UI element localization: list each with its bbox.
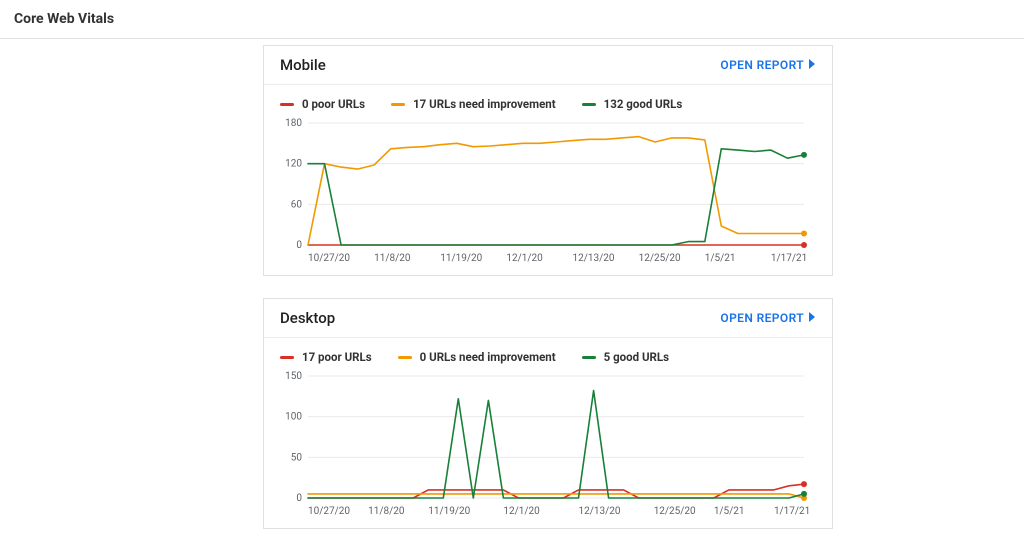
legend-label-good: 5 good URLs <box>604 350 669 364</box>
card-desktop-header: Desktop OPEN REPORT <box>264 299 832 337</box>
legend-desktop: 17 poor URLs 0 URLs need improvement 5 g… <box>264 338 832 370</box>
svg-text:1/5/21: 1/5/21 <box>714 506 745 517</box>
legend-label-poor: 17 poor URLs <box>302 350 372 364</box>
legend-label-need: 17 URLs need improvement <box>413 97 556 111</box>
legend-item-good: 5 good URLs <box>582 350 669 364</box>
legend-item-poor: 17 poor URLs <box>280 350 372 364</box>
svg-text:12/1/20: 12/1/20 <box>503 506 540 517</box>
legend-label-poor: 0 poor URLs <box>302 97 365 111</box>
svg-text:0: 0 <box>296 493 302 504</box>
svg-text:12/25/20: 12/25/20 <box>639 253 681 264</box>
svg-text:60: 60 <box>291 199 303 210</box>
svg-text:10/27/20: 10/27/20 <box>308 253 350 264</box>
svg-text:100: 100 <box>285 412 302 423</box>
legend-swatch-need <box>398 356 412 359</box>
svg-text:1/17/21: 1/17/21 <box>771 253 807 264</box>
legend-swatch-good <box>582 356 596 359</box>
chart-mobile-wrap: 0 60 120 180 10/27/20 11/8/20 11/19/20 12/1/20 1… <box>264 117 832 275</box>
svg-text:12/13/20: 12/13/20 <box>573 253 615 264</box>
svg-text:0: 0 <box>296 240 302 251</box>
svg-text:50: 50 <box>291 452 303 463</box>
chart-desktop: 0 50 100 150 10/27/20 11/8/20 11/19/20 12/1/20 1… <box>280 370 818 520</box>
card-desktop-title: Desktop <box>280 309 335 327</box>
legend-label-need: 0 URLs need improvement <box>420 350 556 364</box>
legend-swatch-need <box>391 103 405 106</box>
legend-mobile: 0 poor URLs 17 URLs need improvement 132… <box>264 85 832 117</box>
svg-text:12/25/20: 12/25/20 <box>654 506 696 517</box>
card-desktop: Desktop OPEN REPORT 17 poor URLs 0 URLs … <box>263 298 833 529</box>
open-report-mobile[interactable]: OPEN REPORT <box>720 58 816 72</box>
svg-text:11/8/20: 11/8/20 <box>374 253 411 264</box>
svg-text:11/19/20: 11/19/20 <box>428 506 470 517</box>
svg-text:1/17/21: 1/17/21 <box>774 506 810 517</box>
page-title: Core Web Vitals <box>14 11 114 27</box>
svg-text:120: 120 <box>285 159 302 170</box>
legend-swatch-good <box>582 103 596 106</box>
open-report-desktop[interactable]: OPEN REPORT <box>720 311 816 325</box>
svg-text:180: 180 <box>285 118 302 129</box>
legend-swatch-poor <box>280 356 294 359</box>
legend-item-need: 17 URLs need improvement <box>391 97 556 111</box>
chevron-right-icon <box>808 311 816 325</box>
legend-item-good: 132 good URLs <box>582 97 683 111</box>
open-report-label: OPEN REPORT <box>720 58 804 72</box>
legend-item-poor: 0 poor URLs <box>280 97 365 111</box>
legend-item-need: 0 URLs need improvement <box>398 350 556 364</box>
svg-text:1/5/21: 1/5/21 <box>705 253 736 264</box>
svg-text:12/13/20: 12/13/20 <box>579 506 621 517</box>
svg-text:10/27/20: 10/27/20 <box>308 506 350 517</box>
content-area: Mobile OPEN REPORT 0 poor URLs 17 URLs n… <box>0 39 1024 529</box>
chart-desktop-wrap: 0 50 100 150 10/27/20 11/8/20 11/19/20 12/1/20 1… <box>264 370 832 528</box>
svg-text:11/19/20: 11/19/20 <box>440 253 482 264</box>
card-mobile: Mobile OPEN REPORT 0 poor URLs 17 URLs n… <box>263 45 833 276</box>
svg-text:150: 150 <box>285 371 302 382</box>
open-report-label: OPEN REPORT <box>720 311 804 325</box>
card-mobile-header: Mobile OPEN REPORT <box>264 46 832 84</box>
chart-mobile: 0 60 120 180 10/27/20 11/8/20 11/19/20 12/1/20 1… <box>280 117 818 267</box>
card-mobile-title: Mobile <box>280 56 326 74</box>
legend-swatch-poor <box>280 103 294 106</box>
legend-label-good: 132 good URLs <box>604 97 683 111</box>
svg-text:12/1/20: 12/1/20 <box>506 253 543 264</box>
svg-text:11/8/20: 11/8/20 <box>368 506 405 517</box>
chevron-right-icon <box>808 58 816 72</box>
